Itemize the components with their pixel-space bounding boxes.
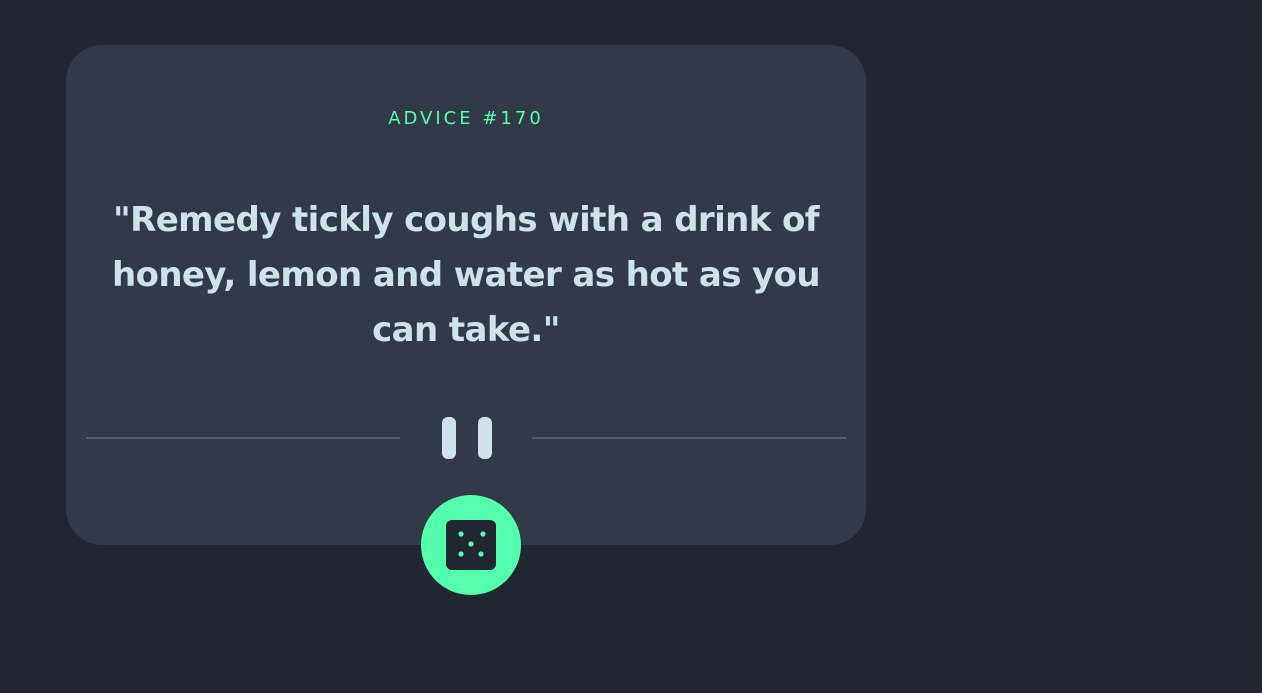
advice-quote: "Remedy tickly coughs with a drink of ho… (111, 200, 821, 350)
pause-bar-left (442, 417, 456, 459)
advice-id: ADVICE #170 (388, 108, 544, 129)
pause-icon (442, 417, 494, 459)
generate-advice-button[interactable] (421, 495, 521, 595)
dice-icon (446, 520, 496, 570)
advice-card: ADVICE #170 "Remedy tickly coughs with a… (66, 45, 866, 545)
divider-line-right (532, 437, 846, 439)
pause-bar-right (478, 417, 492, 459)
divider-line-left (86, 437, 400, 439)
